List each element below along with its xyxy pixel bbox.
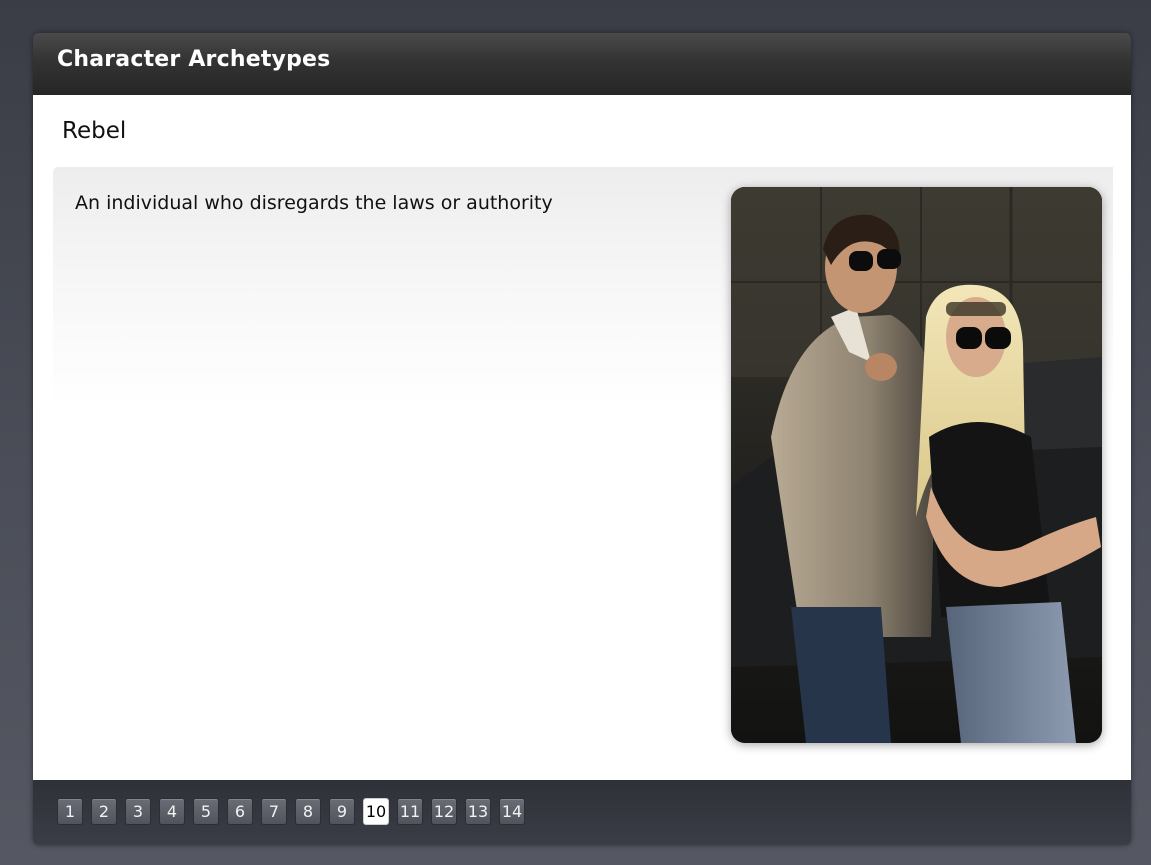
page-button-11[interactable]: 11	[397, 798, 423, 825]
player-frame: Character Archetypes Rebel An individual…	[33, 33, 1131, 845]
page-button-4[interactable]: 4	[159, 798, 185, 825]
title-bar: Character Archetypes	[33, 33, 1131, 96]
page-button-6[interactable]: 6	[227, 798, 253, 825]
page-button-1[interactable]: 1	[57, 798, 83, 825]
navigation-bar: 1 2 3 4 5 6 7 8 9 10 11 12 13 14	[33, 780, 1131, 845]
page-button-8[interactable]: 8	[295, 798, 321, 825]
page-button-5[interactable]: 5	[193, 798, 219, 825]
page-button-10-current[interactable]: 10	[363, 798, 389, 825]
slide-title: Rebel	[62, 118, 127, 144]
page-button-2[interactable]: 2	[91, 798, 117, 825]
course-title: Character Archetypes	[57, 47, 331, 72]
page-button-9[interactable]: 9	[329, 798, 355, 825]
slide-description: An individual who disregards the laws or…	[75, 192, 553, 214]
page-button-7[interactable]: 7	[261, 798, 287, 825]
photo-illustration	[731, 187, 1102, 743]
page-button-3[interactable]: 3	[125, 798, 151, 825]
page-numbers: 1 2 3 4 5 6 7 8 9 10 11 12 13 14	[57, 798, 525, 825]
page-button-13[interactable]: 13	[465, 798, 491, 825]
slide-content: Rebel An individual who disregards the l…	[33, 95, 1131, 780]
slide-photo	[731, 187, 1102, 743]
page-button-12[interactable]: 12	[431, 798, 457, 825]
page-button-14[interactable]: 14	[499, 798, 525, 825]
